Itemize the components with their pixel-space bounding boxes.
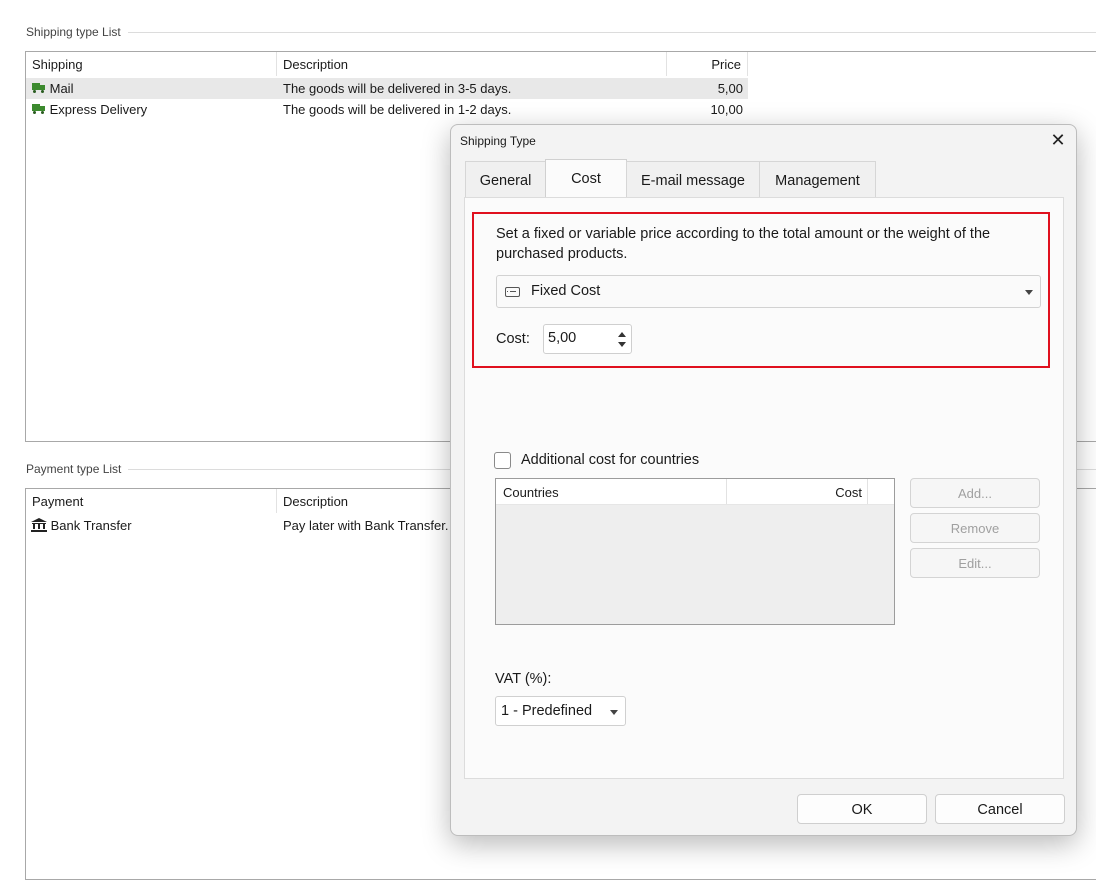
shipping-name: Mail xyxy=(49,81,74,96)
edit-button[interactable]: Edit... xyxy=(910,548,1040,578)
col-countries[interactable]: Countries xyxy=(496,479,727,504)
col-price[interactable]: Price xyxy=(667,52,748,76)
tab-management[interactable]: Management xyxy=(759,161,876,197)
bank-icon xyxy=(31,518,47,533)
shipping-type-dialog: Shipping Type ✕ General Cost E-mail mess… xyxy=(450,124,1077,836)
tab-email-message[interactable]: E-mail message xyxy=(626,161,760,197)
cost-tab-panel: Set a fixed or variable price according … xyxy=(464,197,1064,779)
cost-value: 5,00 xyxy=(548,330,577,346)
shipping-description: The goods will be delivered in 1-2 days. xyxy=(283,102,512,117)
shipping-row[interactable]: Express Delivery The goods will be deliv… xyxy=(26,99,748,120)
shipping-price: 10,00 xyxy=(710,102,743,117)
additional-cost-label[interactable]: Additional cost for countries xyxy=(521,452,699,468)
shipping-row[interactable]: Mail The goods will be delivered in 3-5 … xyxy=(26,78,748,99)
shipping-group-line xyxy=(128,32,1096,33)
tab-general[interactable]: General xyxy=(465,161,546,197)
spin-down-icon[interactable] xyxy=(618,342,626,347)
additional-cost-checkbox[interactable] xyxy=(494,452,511,469)
vat-label: VAT (%): xyxy=(495,671,552,687)
add-button[interactable]: Add... xyxy=(910,478,1040,508)
col-shipping[interactable]: Shipping xyxy=(26,52,277,76)
shipping-list-header: Shipping Description Price xyxy=(26,52,1096,76)
spin-up-icon[interactable] xyxy=(618,332,626,337)
payment-name: Bank Transfer xyxy=(50,518,132,533)
chevron-down-icon xyxy=(610,710,618,715)
truck-icon xyxy=(32,83,46,94)
dialog-title: Shipping Type xyxy=(460,134,536,148)
cost-label: Cost: xyxy=(496,331,530,347)
vat-value: 1 - Predefined xyxy=(501,703,593,719)
ok-button[interactable]: OK xyxy=(797,794,927,824)
cost-type-value: Fixed Cost xyxy=(531,283,601,299)
cost-description: Set a fixed or variable price according … xyxy=(496,226,991,262)
truck-icon xyxy=(32,104,46,115)
shipping-description: The goods will be delivered in 3-5 days. xyxy=(283,81,512,96)
countries-table-header: Countries Cost xyxy=(496,479,894,505)
tab-cost[interactable]: Cost xyxy=(545,159,627,197)
col-description[interactable]: Description xyxy=(277,52,667,76)
cancel-button[interactable]: Cancel xyxy=(935,794,1065,824)
payment-group-label: Payment type List xyxy=(26,462,128,476)
col-payment[interactable]: Payment xyxy=(26,489,277,513)
remove-button[interactable]: Remove xyxy=(910,513,1040,543)
shipping-group-label: Shipping type List xyxy=(26,25,127,39)
cost-type-select[interactable]: Fixed Cost xyxy=(496,275,1041,308)
price-tag-icon xyxy=(505,287,520,297)
cost-stepper[interactable]: 5,00 xyxy=(543,324,632,354)
countries-table[interactable]: Countries Cost xyxy=(495,478,895,625)
shipping-price: 5,00 xyxy=(717,81,743,96)
highlight-box: Set a fixed or variable price according … xyxy=(472,212,1050,368)
shipping-name: Express Delivery xyxy=(49,102,148,117)
close-icon[interactable]: ✕ xyxy=(1048,131,1068,151)
chevron-down-icon xyxy=(1025,290,1033,295)
vat-select[interactable]: 1 - Predefined xyxy=(495,696,626,726)
col-cost[interactable]: Cost xyxy=(727,479,868,504)
